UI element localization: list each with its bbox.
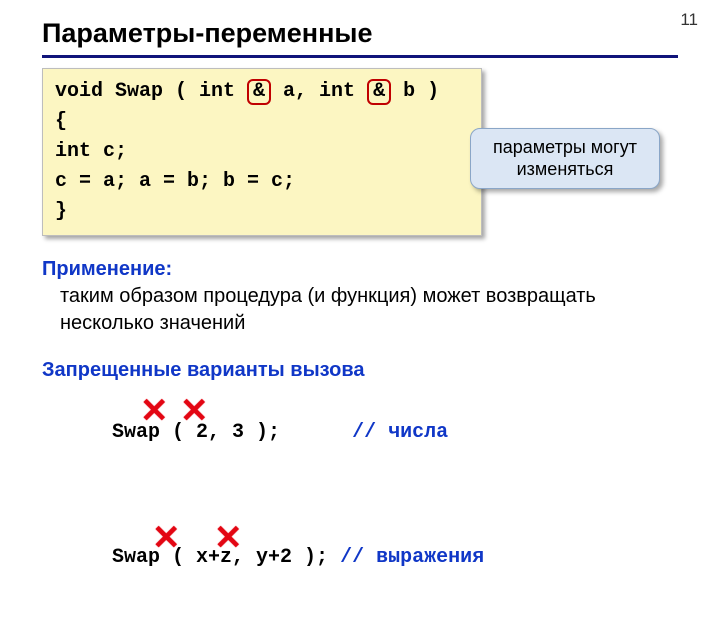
code-text: a, int	[271, 80, 367, 103]
bad-calls-block: Swap ( 2, 3 ); // числа ✕ ✕ Swap ( x+z, …	[42, 398, 678, 638]
usage-lead: Применение:	[42, 258, 172, 280]
bad-call-code: Swap ( 2, 3 );	[112, 421, 352, 444]
bad-call-comment: // числа	[352, 421, 448, 444]
bad-call-row-2: Swap ( x+z, y+2 ); // выражения ✕ ✕	[64, 523, 678, 638]
code-line-signature: void Swap ( int & a, int & b )	[55, 77, 469, 107]
page-number: 11	[680, 10, 698, 30]
forbidden-lead: Запрещенные варианты вызова	[42, 359, 364, 381]
amp-highlight-2: &	[367, 79, 391, 105]
callout-bubble: параметры могут изменяться	[470, 128, 660, 189]
usage-section: Применение: таким образом процедура (и ф…	[42, 256, 678, 337]
forbidden-section: Запрещенные варианты вызова	[42, 357, 678, 384]
bad-call-row-1: Swap ( 2, 3 ); // числа ✕ ✕	[64, 398, 678, 513]
code-line: int c;	[55, 137, 469, 167]
code-text: b )	[391, 80, 439, 103]
code-block: void Swap ( int & a, int & b ) { int c; …	[42, 68, 482, 236]
code-line: }	[55, 197, 469, 227]
code-line: c = a; a = b; b = c;	[55, 167, 469, 197]
code-text: void Swap ( int	[55, 80, 247, 103]
bad-call-code: Swap ( x+z, y+2 );	[112, 546, 340, 569]
bad-call-comment: // выражения	[340, 546, 484, 569]
amp-highlight-1: &	[247, 79, 271, 105]
code-line: {	[55, 107, 469, 137]
usage-text: таким образом процедура (и функция) може…	[42, 283, 678, 337]
slide-title: Параметры-переменные	[42, 18, 678, 58]
